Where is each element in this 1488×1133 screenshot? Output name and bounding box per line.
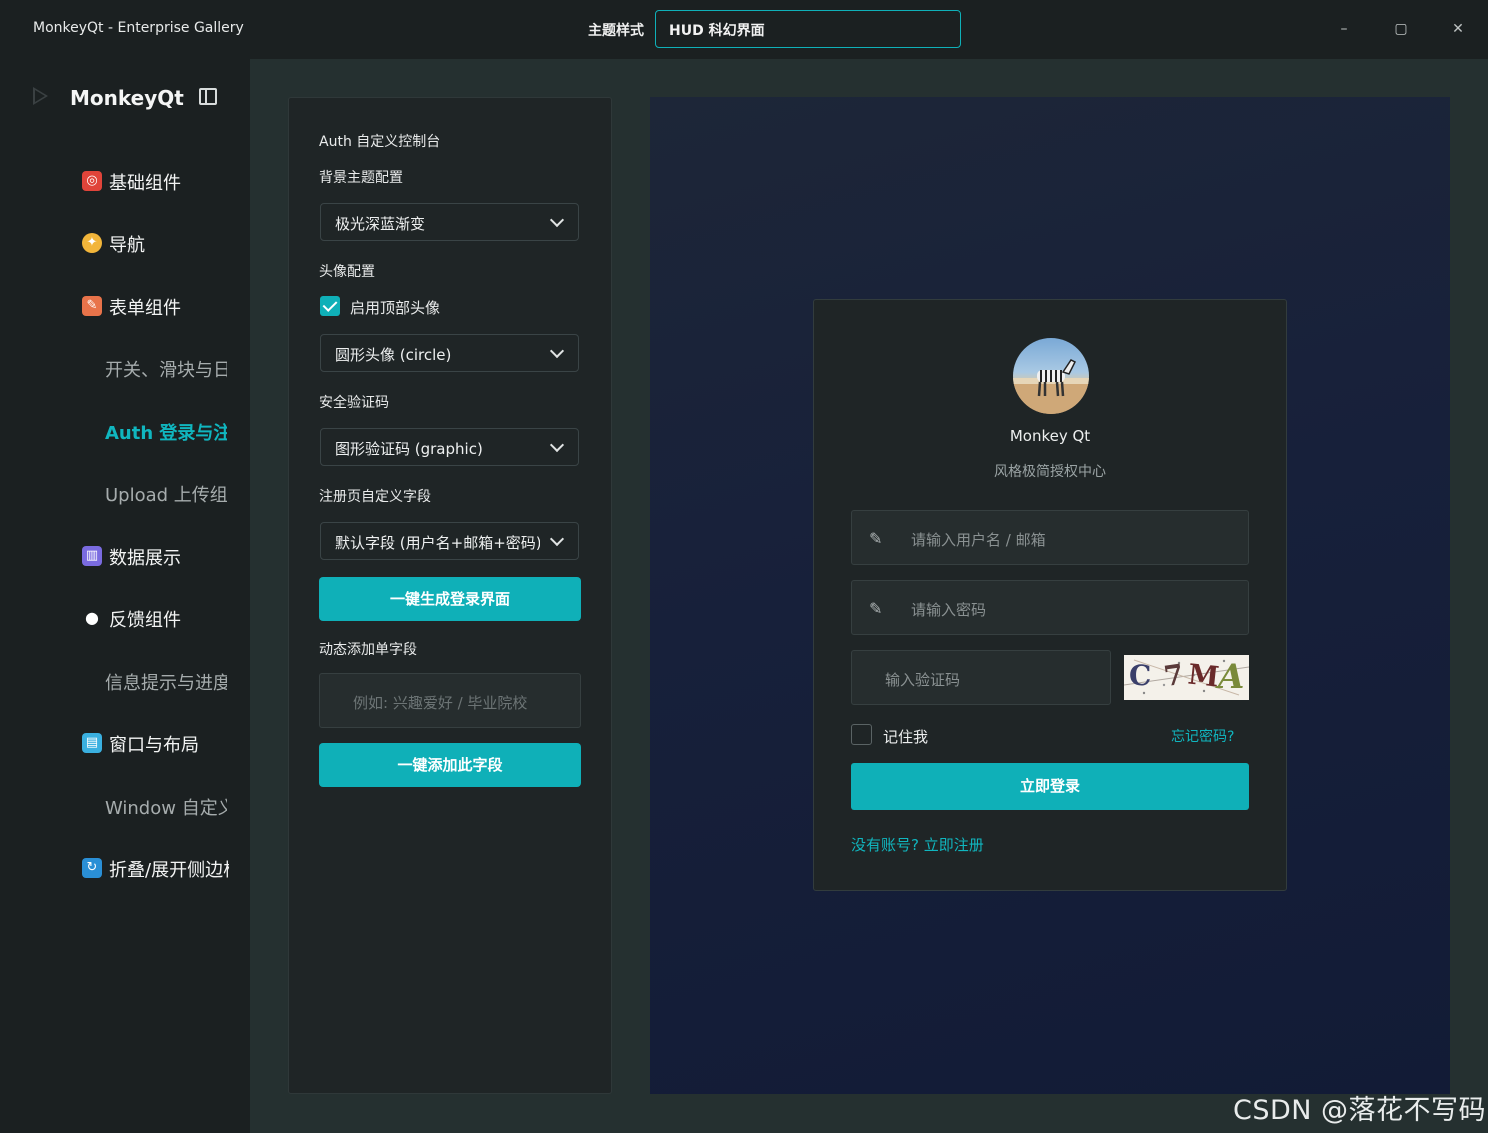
form-icon: ✎ bbox=[82, 296, 102, 316]
password-input[interactable]: ✎ 请输入密码 bbox=[851, 580, 1249, 635]
register-fields-select[interactable]: 默认字段 (用户名+邮箱+密码) bbox=[320, 522, 579, 560]
sidebar-item-label: 数据展示 bbox=[109, 548, 181, 569]
card-subtitle: 风格极简授权中心 bbox=[994, 464, 1106, 480]
sidebar-item-label: 表单组件 bbox=[109, 298, 181, 319]
register-link[interactable]: 没有账号? 立即注册 bbox=[851, 834, 984, 855]
sidebar-item-form[interactable]: ✎ 表单组件 bbox=[0, 286, 250, 326]
remember-checkbox[interactable] bbox=[851, 724, 872, 745]
register-fields-label: 注册页自定义字段 bbox=[319, 489, 431, 505]
theme-label: 主题样式 bbox=[588, 23, 644, 39]
sidebar-item-label: 折叠/展开侧边栏 bbox=[109, 860, 229, 881]
sidebar-logo: MonkeyQt bbox=[70, 86, 184, 110]
captcha-label: 安全验证码 bbox=[319, 395, 389, 411]
chat-bubble-icon: ● bbox=[85, 608, 99, 627]
captcha-select[interactable]: 图形验证码 (graphic) bbox=[320, 428, 579, 466]
avatar bbox=[1013, 338, 1089, 414]
chevron-down-icon bbox=[549, 343, 565, 359]
avatar-select[interactable]: 圆形头像 (circle) bbox=[320, 334, 579, 372]
close-button[interactable]: ✕ bbox=[1447, 18, 1469, 40]
username-placeholder: 请输入用户名 / 邮箱 bbox=[911, 531, 1046, 549]
sidebar-toggle-icon[interactable] bbox=[199, 88, 217, 105]
username-input[interactable]: ✎ 请输入用户名 / 邮箱 bbox=[851, 510, 1249, 565]
register-fields-value: 默认字段 (用户名+邮箱+密码) bbox=[335, 534, 540, 552]
sidebar-item-label: 基础组件 bbox=[109, 173, 181, 194]
card-title: Monkey Qt bbox=[1009, 427, 1091, 445]
sidebar: MonkeyQt bbox=[0, 59, 250, 1133]
password-placeholder: 请输入密码 bbox=[911, 601, 987, 619]
pencil-icon: ✎ bbox=[869, 599, 883, 618]
sidebar-item-label: 导航 bbox=[109, 235, 145, 256]
target-icon: ◎ bbox=[82, 171, 102, 191]
chevron-down-icon bbox=[549, 212, 565, 228]
play-logo-icon bbox=[33, 87, 48, 105]
zebra-photo-icon bbox=[1013, 359, 1089, 414]
captcha-placeholder: 输入验证码 bbox=[885, 671, 961, 689]
captcha-char: A bbox=[1218, 657, 1245, 697]
remember-label: 记住我 bbox=[883, 728, 929, 746]
add-field-button[interactable]: 一键添加此字段 bbox=[319, 743, 581, 787]
maximize-button[interactable]: ▢ bbox=[1390, 18, 1412, 40]
sidebar-item-data-display[interactable]: ▥ 数据展示 bbox=[0, 536, 250, 576]
window-icon: ▤ bbox=[82, 733, 102, 753]
sidebar-item-navigation[interactable]: ✦ 导航 bbox=[0, 223, 250, 263]
refresh-icon: ↻ bbox=[82, 858, 102, 878]
sidebar-item-label: Window 自定义 bbox=[105, 798, 227, 819]
generate-login-button[interactable]: 一键生成登录界面 bbox=[319, 577, 581, 621]
watermark: CSDN @落花不写码 bbox=[1233, 1095, 1487, 1126]
sidebar-item-message-progress[interactable]: 信息提示与进度 bbox=[0, 661, 250, 701]
bg-theme-label: 背景主题配置 bbox=[319, 170, 403, 186]
sidebar-item-collapse[interactable]: ↻ 折叠/展开侧边栏 bbox=[0, 848, 250, 888]
sidebar-item-label: Auth 登录与注 bbox=[105, 423, 227, 444]
theme-select[interactable]: HUD 科幻界面 bbox=[655, 10, 961, 48]
captcha-char: C bbox=[1129, 659, 1152, 692]
captcha-char: M bbox=[1186, 657, 1221, 694]
forgot-password-link[interactable]: 忘记密码? bbox=[1171, 726, 1234, 746]
panel-heading: Auth 自定义控制台 bbox=[319, 134, 441, 150]
sidebar-item-label: 反馈组件 bbox=[109, 610, 181, 631]
captcha-image[interactable]: C 7 M A bbox=[1124, 655, 1249, 700]
sidebar-item-label: Upload 上传组件 bbox=[105, 485, 227, 506]
chevron-down-icon bbox=[549, 531, 565, 547]
minimize-button[interactable]: – bbox=[1333, 18, 1355, 40]
compass-icon: ✦ bbox=[82, 233, 102, 253]
sidebar-item-label: 窗口与布局 bbox=[109, 735, 199, 756]
sidebar-item-label: 信息提示与进度 bbox=[105, 673, 227, 694]
avatar-label: 头像配置 bbox=[319, 264, 375, 280]
chevron-down-icon bbox=[549, 437, 565, 453]
avatar-value: 圆形头像 (circle) bbox=[335, 346, 452, 364]
captcha-value: 图形验证码 (graphic) bbox=[335, 440, 483, 458]
sidebar-item-auth[interactable]: Auth 登录与注 bbox=[0, 411, 250, 451]
bg-theme-value: 极光深蓝渐变 bbox=[335, 215, 426, 233]
sidebar-item-basic[interactable]: ◎ 基础组件 bbox=[0, 161, 250, 201]
chart-icon: ▥ bbox=[82, 546, 102, 566]
login-button[interactable]: 立即登录 bbox=[851, 763, 1249, 810]
bg-theme-select[interactable]: 极光深蓝渐变 bbox=[320, 203, 579, 241]
sidebar-item-window-layout[interactable]: ▤ 窗口与布局 bbox=[0, 723, 250, 763]
title-bar: MonkeyQt - Enterprise Gallery 主题样式 HUD 科… bbox=[0, 0, 1488, 59]
sidebar-item-window-custom[interactable]: Window 自定义 bbox=[0, 786, 250, 826]
avatar-checkbox-label: 启用顶部头像 bbox=[350, 299, 441, 317]
avatar-checkbox[interactable] bbox=[320, 296, 340, 316]
captcha-input[interactable]: 输入验证码 bbox=[851, 650, 1111, 705]
sidebar-item-switch-slider[interactable]: 开关、滑块与日 bbox=[0, 348, 250, 388]
pencil-icon: ✎ bbox=[869, 529, 883, 548]
dynamic-field-input[interactable]: 例如: 兴趣爱好 / 毕业院校 bbox=[319, 673, 581, 728]
dynamic-field-label: 动态添加单字段 bbox=[319, 642, 417, 658]
sidebar-item-label: 开关、滑块与日 bbox=[105, 360, 227, 381]
window-title: MonkeyQt - Enterprise Gallery bbox=[33, 20, 244, 36]
sidebar-item-upload[interactable]: Upload 上传组件 bbox=[0, 473, 250, 513]
sidebar-item-feedback[interactable]: ● 反馈组件 bbox=[0, 598, 250, 638]
